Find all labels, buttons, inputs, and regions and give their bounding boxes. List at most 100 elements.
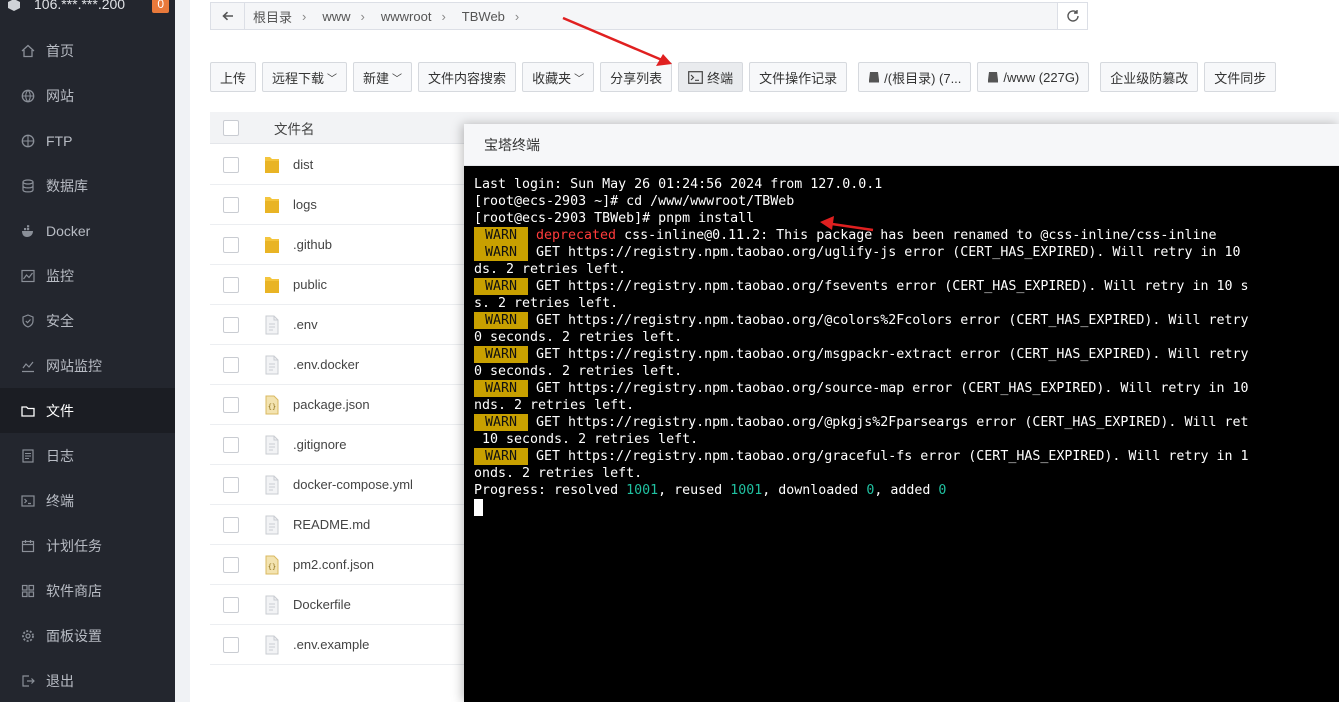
row-checkbox[interactable]: [223, 356, 239, 373]
log-icon: [21, 448, 35, 463]
file-icon: [264, 355, 280, 375]
row-checkbox[interactable]: [223, 476, 239, 493]
sidebar-item-label: 数据库: [46, 177, 88, 194]
select-all-checkbox[interactable]: [223, 119, 239, 136]
server-ip: 106.***.***.200: [34, 0, 126, 12]
sidebar-item-label: 安全: [46, 312, 74, 329]
sidebar-item-home[interactable]: 首页: [0, 28, 175, 73]
database-icon: [21, 178, 35, 193]
folder-icon: [264, 275, 280, 295]
upload-button[interactable]: 上传: [210, 62, 257, 92]
terminal-text: GET https://registry.npm.taobao.org/ugli…: [536, 245, 1241, 260]
file-name[interactable]: .env.example: [293, 637, 369, 652]
breadcrumb-label: TBWeb: [461, 8, 505, 24]
chevron-down-icon: ﹀: [574, 73, 585, 85]
file-sync-button[interactable]: 文件同步: [1204, 62, 1277, 92]
file-name[interactable]: Dockerfile: [293, 597, 351, 612]
sidebar-item-database[interactable]: 数据库: [0, 163, 175, 208]
sidebar-item-files[interactable]: 文件: [0, 388, 175, 433]
terminal-output[interactable]: Last login: Sun May 26 01:24:56 2024 fro…: [474, 176, 1339, 516]
column-header-name[interactable]: 文件名: [274, 118, 315, 138]
sidebar-item-logs[interactable]: 日志: [0, 433, 175, 478]
sidebar-item-security[interactable]: 安全: [0, 298, 175, 343]
row-checkbox[interactable]: [223, 316, 239, 333]
sidebar-item-docker[interactable]: Docker: [0, 208, 175, 253]
home-icon: [21, 44, 35, 58]
terminal-text: GET https://registry.npm.taobao.org/fsev…: [536, 279, 1249, 294]
sidebar-item-monitor[interactable]: 监控: [0, 253, 175, 298]
folder-icon: [264, 235, 280, 255]
row-checkbox[interactable]: [223, 556, 239, 573]
button-label: 终端: [707, 70, 734, 86]
content-search-button[interactable]: 文件内容搜索: [418, 62, 517, 92]
file-name[interactable]: dist: [293, 157, 313, 172]
file-name[interactable]: .github: [293, 237, 332, 252]
apps-icon: [21, 584, 35, 598]
sidebar-item-label: 面板设置: [46, 627, 102, 644]
breadcrumb-tbweb[interactable]: TBWeb ›: [454, 9, 527, 24]
terminal-text: GET https://registry.npm.taobao.org/grac…: [536, 449, 1249, 464]
dialog-titlebar[interactable]: 宝塔终端: [464, 124, 1339, 166]
file-name[interactable]: docker-compose.yml: [293, 477, 413, 492]
warn-badge: WARN: [474, 244, 528, 261]
remote-download-button[interactable]: 远程下载 ﹀: [262, 62, 348, 92]
sidebar-nav: 首页 网站 FTP 数据库 Docker 监控 安全 网站监控 文件 日志 终端…: [0, 28, 175, 702]
sidebar-item-settings[interactable]: 面板设置: [0, 613, 175, 658]
sidebar-item-label: 网站监控: [46, 357, 102, 374]
row-checkbox[interactable]: [223, 276, 239, 293]
breadcrumb-label: wwwroot: [380, 8, 432, 24]
sidebar-item-website[interactable]: 网站: [0, 73, 175, 118]
file-name[interactable]: README.md: [293, 517, 370, 532]
server-icon: [8, 0, 20, 11]
row-checkbox[interactable]: [223, 436, 239, 453]
file-name[interactable]: public: [293, 277, 327, 292]
disk-root-button[interactable]: /(根目录) (7...: [858, 62, 972, 92]
terminal-line: WARN GET https://registry.npm.taobao.org/…: [474, 380, 1339, 397]
warn-badge: WARN: [474, 346, 528, 363]
row-checkbox[interactable]: [223, 396, 239, 413]
toolbar: 上传 远程下载 ﹀ 新建 ﹀ 文件内容搜索 收藏夹 ﹀ 分享列表 终端 文件操作记录 …: [210, 62, 1282, 92]
file-name[interactable]: logs: [293, 197, 317, 212]
back-button[interactable]: [211, 3, 245, 29]
row-checkbox[interactable]: [223, 156, 239, 173]
terminal-button[interactable]: 终端: [678, 62, 744, 92]
breadcrumb-root[interactable]: 根目录 ›: [245, 7, 314, 26]
alert-badge[interactable]: 0: [152, 0, 169, 13]
share-list-button[interactable]: 分享列表: [600, 62, 673, 92]
sidebar-item-ftp[interactable]: FTP: [0, 118, 175, 163]
sidebar-item-terminal[interactable]: 终端: [0, 478, 175, 523]
row-checkbox[interactable]: [223, 236, 239, 253]
file-name[interactable]: .env: [293, 317, 318, 332]
refresh-button[interactable]: [1057, 3, 1087, 29]
json-file-icon: {}: [264, 555, 280, 575]
file-icon: [264, 515, 280, 535]
tamper-protection-button[interactable]: 企业级防篡改: [1100, 62, 1199, 92]
file-icon: [264, 475, 280, 495]
breadcrumb-www[interactable]: www ›: [314, 9, 373, 24]
row-checkbox[interactable]: [223, 196, 239, 213]
favorites-button[interactable]: 收藏夹 ﹀: [522, 62, 595, 92]
progress-label: , added: [874, 483, 939, 498]
file-name[interactable]: package.json: [293, 397, 370, 412]
file-name[interactable]: .gitignore: [293, 437, 346, 452]
file-name[interactable]: pm2.conf.json: [293, 557, 374, 572]
operation-log-button[interactable]: 文件操作记录: [749, 62, 848, 92]
breadcrumb-wwwroot[interactable]: wwwroot ›: [373, 9, 454, 24]
calendar-icon: [21, 539, 35, 553]
sidebar-item-store[interactable]: 软件商店: [0, 568, 175, 613]
warn-badge: WARN: [474, 448, 528, 465]
sidebar-item-label: 文件: [46, 402, 74, 419]
sidebar-item-site-monitor[interactable]: 网站监控: [0, 343, 175, 388]
row-checkbox[interactable]: [223, 516, 239, 533]
terminal-line: ds. 2 retries left.: [474, 262, 627, 277]
row-checkbox[interactable]: [223, 636, 239, 653]
file-name[interactable]: .env.docker: [293, 357, 359, 372]
new-button[interactable]: 新建 ﹀: [353, 62, 413, 92]
terminal-text: GET https://registry.npm.taobao.org/sour…: [536, 381, 1249, 396]
row-checkbox[interactable]: [223, 596, 239, 613]
sidebar-item-logout[interactable]: 退出: [0, 658, 175, 702]
breadcrumb-label: www: [322, 8, 351, 24]
sidebar-item-cron[interactable]: 计划任务: [0, 523, 175, 568]
terminal-line: WARN deprecated css-inline@0.11.2: This p…: [474, 227, 1339, 244]
disk-www-button[interactable]: /www (227G): [977, 62, 1090, 92]
